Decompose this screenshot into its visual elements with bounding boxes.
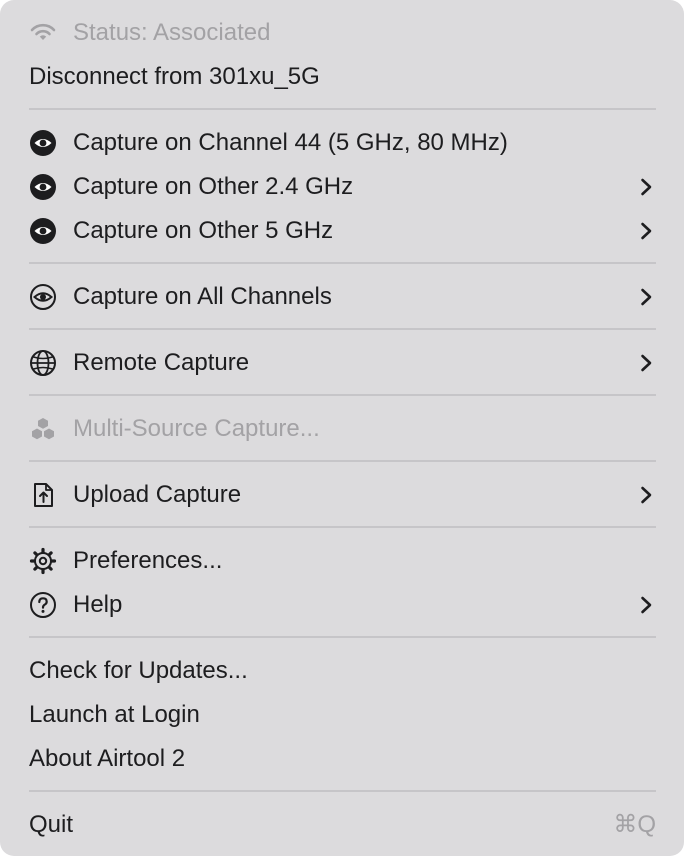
multi-source-menu-item: Multi-Source Capture... <box>0 407 684 451</box>
disconnect-menu-item[interactable]: Disconnect from 301xu_5G <box>0 55 684 99</box>
wifi-icon <box>29 19 57 47</box>
check-updates-label: Check for Updates... <box>29 657 248 684</box>
status-label: Status: Associated <box>73 19 271 46</box>
about-label: About Airtool 2 <box>29 745 186 772</box>
eye-icon <box>29 217 57 245</box>
upload-capture-label: Upload Capture <box>73 481 242 508</box>
capture-all-menu-item[interactable]: Capture on All Channels <box>0 275 684 319</box>
remote-capture-label: Remote Capture <box>73 349 250 376</box>
help-menu-item[interactable]: Help <box>0 583 684 627</box>
chevron-right-icon <box>636 353 656 373</box>
capture-channel-menu-item[interactable]: Capture on Channel 44 (5 GHz, 80 MHz) <box>0 121 684 165</box>
capture-other-24-menu-item[interactable]: Capture on Other 2.4 GHz <box>0 165 684 209</box>
multi-source-label: Multi-Source Capture... <box>73 415 320 442</box>
chevron-right-icon <box>636 221 656 241</box>
chevron-right-icon <box>636 177 656 197</box>
globe-icon <box>29 349 57 377</box>
preferences-label: Preferences... <box>73 547 223 574</box>
menu-separator <box>29 394 656 396</box>
menu-separator <box>29 526 656 528</box>
status-bar-menu: Status: Associated Disconnect from 301xu… <box>0 0 684 856</box>
menu-separator <box>29 790 656 792</box>
gear-icon <box>29 547 57 575</box>
upload-document-icon <box>29 481 57 509</box>
capture-other-5-menu-item[interactable]: Capture on Other 5 GHz <box>0 209 684 253</box>
chevron-right-icon <box>636 287 656 307</box>
launch-at-login-menu-item[interactable]: Launch at Login <box>0 693 684 737</box>
menu-separator <box>29 328 656 330</box>
preferences-menu-item[interactable]: Preferences... <box>0 539 684 583</box>
disconnect-label: Disconnect from 301xu_5G <box>29 63 320 90</box>
eye-outline-icon <box>29 283 57 311</box>
eye-icon <box>29 129 57 157</box>
chevron-right-icon <box>636 485 656 505</box>
menu-separator <box>29 262 656 264</box>
remote-capture-menu-item[interactable]: Remote Capture <box>0 341 684 385</box>
quit-menu-item[interactable]: Quit ⌘Q <box>0 803 684 847</box>
about-menu-item[interactable]: About Airtool 2 <box>0 737 684 781</box>
status-item: Status: Associated <box>0 11 684 55</box>
cubes-icon <box>29 415 57 443</box>
quit-label: Quit <box>29 811 74 838</box>
capture-other-24-label: Capture on Other 2.4 GHz <box>73 173 354 200</box>
capture-other-5-label: Capture on Other 5 GHz <box>73 217 334 244</box>
capture-all-label: Capture on All Channels <box>73 283 332 310</box>
quit-shortcut: ⌘Q <box>613 811 656 838</box>
menu-separator <box>29 108 656 110</box>
upload-capture-menu-item[interactable]: Upload Capture <box>0 473 684 517</box>
menu-separator <box>29 460 656 462</box>
capture-channel-label: Capture on Channel 44 (5 GHz, 80 MHz) <box>73 129 508 156</box>
launch-at-login-label: Launch at Login <box>29 701 200 728</box>
menu-separator <box>29 636 656 638</box>
check-updates-menu-item[interactable]: Check for Updates... <box>0 649 684 693</box>
help-label: Help <box>73 591 123 618</box>
eye-icon <box>29 173 57 201</box>
chevron-right-icon <box>636 595 656 615</box>
question-circle-icon <box>29 591 57 619</box>
